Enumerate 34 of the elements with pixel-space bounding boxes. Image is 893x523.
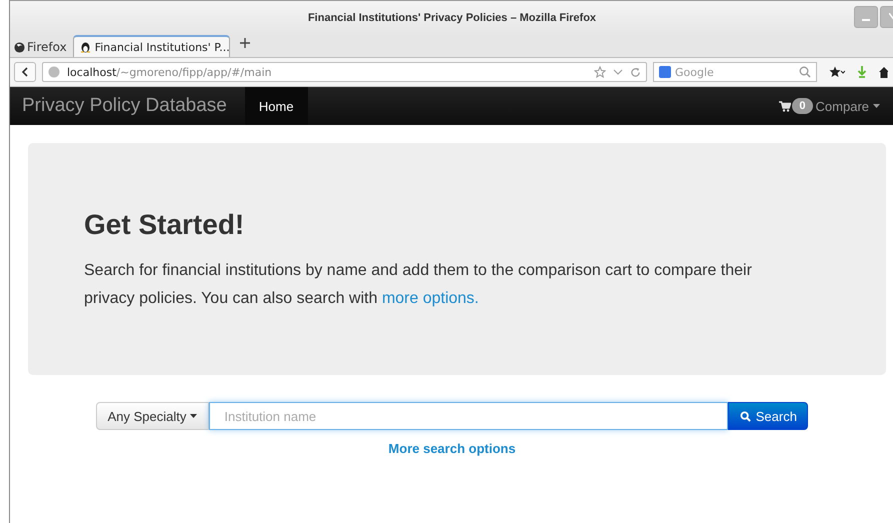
bookmarks-icon[interactable] <box>829 66 845 78</box>
firefox-icon <box>14 42 25 52</box>
institution-name-field[interactable]: Institution name <box>209 402 728 430</box>
dropdown-icon[interactable] <box>613 67 623 77</box>
url-text: localhost/~gmoreno/fipp/app/#/main <box>67 66 273 78</box>
caret-icon <box>873 104 880 108</box>
penguin-icon <box>80 41 91 53</box>
search-engine-icon <box>659 66 671 78</box>
nav-link[interactable]: Home <box>244 87 308 125</box>
address-bar[interactable]: localhost/~gmoreno/fipp/app/#/main <box>42 62 647 82</box>
home-icon[interactable] <box>879 66 888 78</box>
cart-icon[interactable] <box>779 100 792 112</box>
browser-tab[interactable]: Financial Institutions' P... <box>72 35 230 57</box>
more-options-link[interactable]: more options. <box>382 290 479 307</box>
plus-icon <box>240 38 250 48</box>
cart-count-badge: 0 <box>792 98 813 114</box>
back-button[interactable] <box>14 62 36 82</box>
more-search-options-link[interactable]: More search options <box>388 441 516 456</box>
specialty-dropdown[interactable]: Any Specialty <box>96 402 210 430</box>
window-title: Financial Institutions' Privacy Policies – Mozilla Firefox <box>308 12 596 24</box>
search-icon[interactable] <box>799 66 811 78</box>
compare-dropdown[interactable]: Compare <box>816 98 893 114</box>
minimize-button[interactable] <box>854 6 878 28</box>
brand-title[interactable]: Privacy Policy Database <box>10 95 245 117</box>
download-icon[interactable] <box>857 66 867 78</box>
intro-paragraph: Search for financial institutions by name and add them to the comparison cart to compare their privacy policies. You can also search with more options. <box>84 261 753 309</box>
reload-icon[interactable] <box>630 66 641 78</box>
firefox-menu-button[interactable]: Firefox <box>10 40 69 57</box>
star-icon[interactable] <box>594 66 606 78</box>
search-icon <box>740 410 751 422</box>
search-placeholder: Google <box>675 66 715 78</box>
caret-icon <box>190 414 198 418</box>
heading: Get Started! <box>84 209 246 241</box>
search-button[interactable]: Search <box>728 402 808 430</box>
